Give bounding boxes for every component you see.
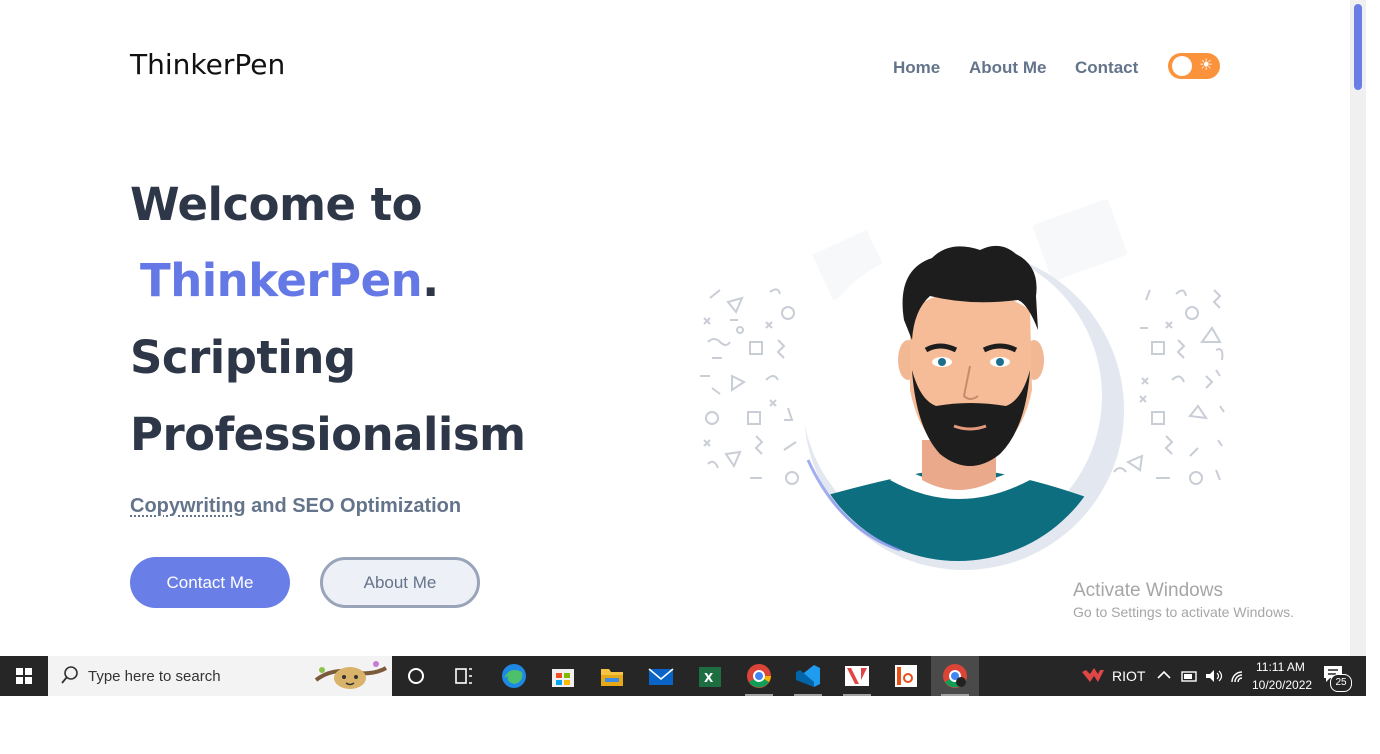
- svg-text:X: X: [704, 671, 714, 685]
- mail-button[interactable]: [637, 656, 685, 696]
- hero-brand: ThinkerPen: [140, 254, 423, 307]
- scroll-thumb[interactable]: [1354, 4, 1362, 90]
- volume-icon: [1206, 670, 1214, 682]
- doodle-pattern-left: [700, 288, 799, 485]
- nav-contact[interactable]: Contact: [1075, 58, 1138, 78]
- about-me-button[interactable]: About Me: [320, 557, 480, 608]
- system-tray-icons[interactable]: [1156, 666, 1250, 686]
- start-button[interactable]: [0, 656, 48, 696]
- chevron-up-icon: [1157, 670, 1171, 679]
- edge-button[interactable]: [490, 656, 538, 696]
- search-icon: [61, 666, 78, 684]
- chrome-button[interactable]: [735, 656, 783, 696]
- cortana-icon: [408, 668, 424, 684]
- activate-windows-title: Activate Windows: [1073, 580, 1223, 601]
- taskbar: Type here to search X RIOT 11:11 AM 10/2…: [0, 656, 1366, 696]
- right-edge: [1366, 0, 1380, 754]
- taskbar-search[interactable]: Type here to search: [48, 656, 392, 696]
- clock-date[interactable]: 10/20/2022: [1252, 678, 1312, 692]
- subtitle-copywriting: Copywriting: [130, 495, 246, 517]
- store-button[interactable]: [539, 656, 587, 696]
- file-explorer-button[interactable]: [588, 656, 636, 696]
- logo[interactable]: ThinkerPen: [130, 48, 285, 81]
- activate-windows-subtitle: Go to Settings to activate Windows.: [1073, 604, 1294, 620]
- vscode-icon: [796, 665, 820, 687]
- task-view-icon: [455, 668, 472, 684]
- cortana-button[interactable]: [392, 656, 440, 696]
- hero-dot: .: [422, 254, 439, 307]
- edge-icon: [502, 664, 526, 688]
- subtitle-rest: and SEO Optimization: [245, 495, 462, 517]
- wifi-icon: [1231, 671, 1243, 683]
- notification-count: 25: [1330, 674, 1352, 692]
- search-placeholder: Type here to search: [88, 668, 221, 685]
- hero-title-line-1: Welcome to: [130, 178, 423, 231]
- sun-icon: ☀: [1199, 57, 1214, 74]
- excel-button[interactable]: X: [686, 656, 734, 696]
- web-page: ThinkerPen Home About Me Contact ☀ Welco…: [0, 0, 1350, 656]
- windows-start-icon: [16, 668, 32, 684]
- chrome-icon: [747, 664, 771, 688]
- chrome-active-button[interactable]: [931, 656, 979, 696]
- hero-title-line-4: Professionalism: [130, 408, 526, 461]
- search-highlight-icon: [314, 661, 387, 689]
- scrollbar[interactable]: [1350, 0, 1366, 656]
- file-explorer-icon: [601, 669, 623, 686]
- office-icon: [895, 665, 917, 687]
- doodle-pattern-right: [1113, 289, 1225, 485]
- nav-home[interactable]: Home: [893, 58, 940, 78]
- task-view-button[interactable]: [440, 656, 488, 696]
- office-button[interactable]: [882, 656, 930, 696]
- riot-label[interactable]: RIOT: [1112, 668, 1145, 684]
- blank-area: [0, 696, 1366, 754]
- hero-title-line-3: Scripting: [130, 331, 356, 384]
- valorant-button[interactable]: [833, 656, 881, 696]
- chrome-icon: [943, 664, 967, 688]
- avatar-illustration: [700, 200, 1225, 570]
- valorant-icon: [845, 666, 869, 686]
- nav-about-me[interactable]: About Me: [969, 58, 1046, 78]
- hero-subtitle: Copywriting and SEO Optimization: [130, 495, 461, 518]
- hero-brand-row: ThinkerPen.: [140, 254, 439, 307]
- contact-me-button[interactable]: Contact Me: [130, 557, 290, 608]
- riot-icon[interactable]: [1080, 666, 1106, 686]
- vscode-button[interactable]: [784, 656, 832, 696]
- excel-icon: X: [699, 667, 721, 687]
- store-icon: [552, 669, 574, 687]
- theme-toggle[interactable]: ☀: [1168, 53, 1220, 79]
- clock-time[interactable]: 11:11 AM: [1256, 660, 1305, 674]
- toggle-knob: [1172, 56, 1192, 76]
- mail-icon: [648, 668, 674, 685]
